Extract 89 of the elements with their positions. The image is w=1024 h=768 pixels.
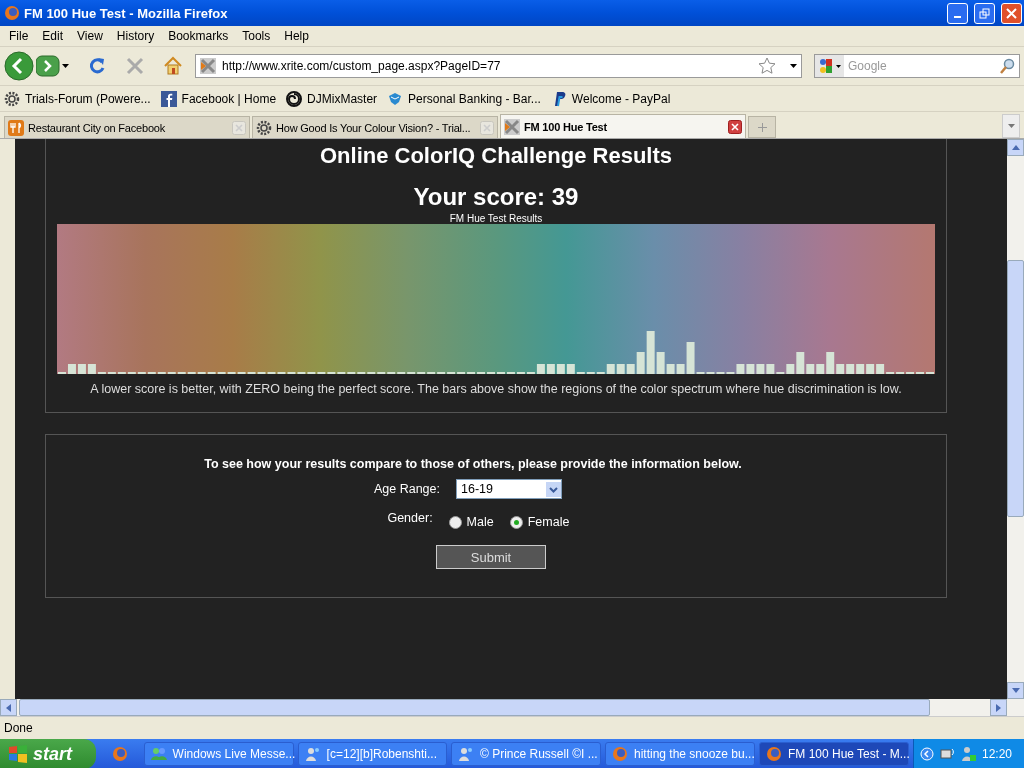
score-text: Your score: 39	[413, 183, 579, 211]
tab-close-icon[interactable]	[728, 119, 742, 134]
radio-button[interactable]	[448, 515, 462, 529]
home-icon[interactable]	[163, 56, 183, 76]
bird-icon	[387, 90, 404, 107]
plus-icon	[757, 122, 767, 132]
star-icon[interactable]	[758, 57, 776, 75]
scroll-up-button[interactable]	[1007, 139, 1024, 156]
search-engine-button[interactable]	[815, 55, 844, 77]
firefox-logo-icon	[4, 5, 20, 21]
left-arrow-icon	[6, 703, 11, 712]
browser-tab[interactable]: FM 100 Hue Test	[500, 114, 746, 138]
horizontal-scrollbar-thumb[interactable]	[19, 699, 930, 716]
scroll-down-button[interactable]	[1007, 682, 1024, 699]
caret-icon	[1007, 124, 1015, 128]
taskbar-button[interactable]: FM 100 Hue Test - M...	[758, 742, 909, 766]
back-button[interactable]	[4, 51, 34, 81]
person-icon	[304, 746, 321, 762]
site-icon	[504, 118, 520, 135]
dropdown-icon	[836, 64, 841, 68]
results-heading: Online ColorIQ Challenge Results	[319, 143, 673, 169]
taskbar-button[interactable]: © Prince Russell ©I ...	[450, 742, 601, 766]
taskbar-button[interactable]: Windows Live Messe...	[143, 742, 294, 766]
person-icon	[457, 746, 474, 762]
dropdown-icon[interactable]	[790, 64, 797, 68]
gear-icon	[4, 90, 20, 107]
window-title: FM 100 Hue Test - Mozilla Firefox	[24, 5, 229, 21]
history-dropdown-icon[interactable]	[62, 64, 69, 68]
radio-label[interactable]: Male	[466, 515, 494, 529]
scroll-left-button[interactable]	[0, 699, 17, 716]
tab-list-button[interactable]	[1002, 114, 1020, 138]
minimize-button[interactable]	[947, 2, 968, 24]
firefox-icon	[765, 746, 782, 762]
address-bar[interactable]: http://www.xrite.com/custom_page.aspx?PageID=77	[195, 54, 802, 78]
network-icon[interactable]	[939, 746, 956, 762]
radio-label[interactable]: Female	[527, 515, 570, 529]
browser-tab[interactable]: How Good Is Your Colour Vision? - Trial...	[252, 116, 498, 138]
down-arrow-icon	[1011, 688, 1020, 693]
form-intro: To see how your results compare to those of others, please provide the information below.	[204, 457, 742, 471]
menu-item[interactable]: Help	[277, 29, 316, 43]
menu-item[interactable]: Bookmarks	[161, 29, 236, 43]
menu-item[interactable]: File	[2, 29, 36, 43]
status-text: Done	[4, 721, 33, 735]
forward-button[interactable]	[36, 55, 60, 77]
menu-item[interactable]: Edit	[35, 29, 71, 43]
bookmark-item[interactable]: DJMixMaster	[286, 90, 378, 107]
age-dropdown[interactable]: 16-19	[456, 479, 562, 499]
menu-item[interactable]: View	[70, 29, 110, 43]
bookmark-item[interactable]: Trials-Forum (Powere...	[4, 90, 151, 107]
search-icon[interactable]	[999, 58, 1015, 74]
bookmark-item[interactable]: Personal Banking - Bar...	[387, 90, 541, 107]
submit-button[interactable]: Submit	[436, 545, 546, 569]
site-icon	[200, 58, 216, 74]
gear-icon	[256, 119, 272, 136]
menu-item[interactable]: History	[109, 29, 162, 43]
person-icon[interactable]	[961, 746, 976, 762]
gender-label: Gender:	[386, 511, 433, 525]
firefox-quicklaunch-icon	[111, 746, 128, 762]
up-arrow-icon	[1011, 145, 1020, 150]
search-bar[interactable]: Google	[814, 54, 1020, 78]
reload-icon[interactable]	[87, 56, 107, 76]
bookmark-item[interactable]: Facebook | Home	[160, 90, 277, 107]
google-logo-icon	[818, 58, 834, 74]
close-icon	[1006, 7, 1017, 19]
close-button[interactable]	[1001, 2, 1022, 24]
firefox-icon	[611, 746, 628, 762]
start-button[interactable]: start	[0, 739, 96, 768]
tray-expand-icon[interactable]	[919, 747, 934, 761]
bookmark-item[interactable]: Welcome - PayPal	[550, 90, 671, 107]
swirl-icon	[286, 90, 303, 107]
age-label: Age Range:	[372, 482, 440, 496]
score-explanation: A lower score is better, with ZERO being the perfect score. The bars above show the regions of the color spectrum where hue discrimination is low.	[90, 382, 902, 396]
people-icon	[150, 746, 167, 762]
restore-button[interactable]	[974, 2, 995, 24]
right-arrow-icon	[996, 703, 1001, 712]
taskbar-button[interactable]: [c=12][b]Robenshti...	[297, 742, 447, 766]
scroll-right-button[interactable]	[990, 699, 1007, 716]
windows-logo-icon	[8, 745, 28, 763]
facebook-icon	[160, 90, 177, 107]
taskbar-button[interactable]: hitting the snooze bu...	[604, 742, 755, 766]
clock: 12:20	[981, 747, 1012, 761]
menu-item[interactable]: Tools	[235, 29, 278, 43]
vertical-scrollbar-thumb[interactable]	[1007, 260, 1024, 517]
chart-title: FM Hue Test Results	[449, 213, 543, 224]
minimize-icon	[954, 16, 961, 18]
browser-tab[interactable]: Restaurant City on Facebook	[4, 116, 250, 138]
radio-button[interactable]	[509, 515, 523, 529]
restore-icon	[979, 7, 990, 19]
fork-knife-icon	[8, 119, 24, 136]
